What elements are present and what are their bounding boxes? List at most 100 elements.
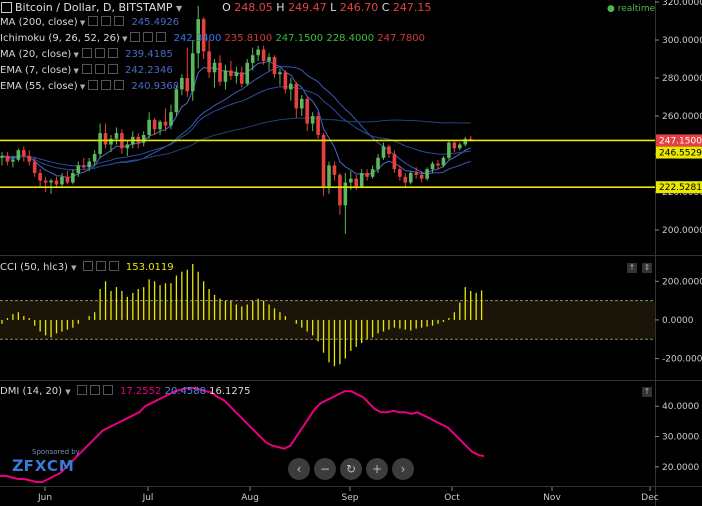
candle-body: [11, 159, 15, 162]
price-tick-label: 200.0000: [662, 226, 702, 236]
indicator-row[interactable]: MA (20, close) ▼ 239.4185: [0, 48, 173, 62]
candle-body: [447, 142, 451, 158]
candle-body: [27, 155, 32, 162]
cci-value: 153.0119: [125, 262, 174, 273]
indicator-value: 235.8100: [221, 33, 273, 44]
candle-body: [387, 146, 391, 154]
dropdown-arrow-icon[interactable]: ▼: [71, 264, 76, 272]
indicator-value: 239.4185: [121, 49, 173, 60]
indicator-row[interactable]: Ichimoku (9, 26, 52, 26) ▼ 242.3400 235.…: [0, 32, 425, 46]
time-tick-label: Dec: [641, 493, 658, 503]
zoom-in-button[interactable]: +: [366, 458, 388, 480]
indicator-value: 240.9368: [128, 81, 180, 92]
candle-body: [310, 116, 315, 124]
candle-body: [158, 121, 162, 130]
sponsor-brand: FXCM: [23, 456, 75, 475]
candle-body: [185, 78, 190, 92]
candle-body: [338, 174, 342, 206]
dropdown-arrow-icon[interactable]: ▼: [176, 4, 182, 13]
eye-icon[interactable]: [130, 32, 141, 42]
candle-body: [419, 174, 424, 179]
close-icon[interactable]: [114, 80, 125, 90]
candle-body: [152, 119, 157, 130]
candle-body: [103, 133, 108, 145]
time-tick-label: Jun: [37, 493, 52, 503]
chart-menu-icon[interactable]: [1, 1, 12, 13]
dropdown-arrow-icon[interactable]: ▼: [65, 388, 70, 396]
dropdown-arrow-icon[interactable]: ▼: [78, 83, 85, 91]
price-label-value: 247.1500: [659, 136, 702, 146]
close-icon[interactable]: [156, 32, 167, 42]
eye-icon[interactable]: [88, 80, 99, 90]
reset-button[interactable]: ↻: [340, 458, 362, 480]
time-tick-label: Aug: [241, 493, 259, 503]
close-icon[interactable]: [107, 48, 118, 58]
candle-body: [272, 57, 277, 75]
eye-icon[interactable]: [76, 385, 87, 395]
candle-body: [0, 155, 4, 158]
sponsor-block[interactable]: Sponsored by Z FXCM: [12, 448, 80, 475]
dropdown-arrow-icon[interactable]: ▼: [78, 19, 85, 27]
eye-icon[interactable]: [82, 261, 93, 271]
time-tick-label: Sep: [342, 493, 359, 503]
indicator-row[interactable]: MA (200, close) ▼ 245.4926: [0, 16, 179, 30]
scroll-right-button[interactable]: ›: [392, 458, 414, 480]
candle-body: [180, 78, 184, 90]
close-value: 247.15: [392, 1, 432, 14]
candle-body: [163, 121, 168, 126]
scroll-left-button[interactable]: ‹: [288, 458, 310, 480]
indicator-value: 242.2346: [121, 65, 173, 76]
gear-icon[interactable]: [95, 261, 106, 271]
close-icon[interactable]: [102, 385, 113, 395]
candle-body: [32, 161, 37, 173]
low-value: 246.70: [339, 1, 379, 14]
dmi-tick-label: 20.0000: [662, 463, 699, 473]
candle-body: [22, 150, 26, 156]
eye-icon[interactable]: [81, 64, 92, 74]
candle-body: [321, 135, 326, 187]
realtime-label: realtime: [617, 4, 656, 14]
candle-body: [38, 173, 42, 181]
gear-icon[interactable]: [94, 64, 105, 74]
realtime-dot-icon: ●: [607, 4, 615, 14]
indicator-label: EMA (55, close): [0, 81, 78, 92]
candle-body: [190, 53, 195, 92]
indicator-value: 242.3400: [170, 33, 222, 44]
dmi-pane-up-icon[interactable]: ↑: [642, 387, 652, 397]
candle-body: [81, 165, 86, 168]
gear-icon[interactable]: [94, 48, 105, 58]
candle-body: [408, 173, 413, 183]
gear-icon[interactable]: [89, 385, 100, 395]
candle-body: [392, 154, 397, 170]
indicator-row[interactable]: EMA (55, close) ▼ 240.9368: [0, 80, 179, 94]
close-icon[interactable]: [114, 16, 125, 26]
candle-body: [76, 165, 81, 173]
time-tick-label: Oct: [444, 493, 460, 503]
cci-pane-maximize-icon[interactable]: ⇕: [642, 263, 652, 273]
gear-icon[interactable]: [143, 32, 154, 42]
close-icon[interactable]: [108, 261, 119, 271]
candle-body: [49, 180, 53, 183]
eye-icon[interactable]: [88, 16, 99, 26]
candle-body: [365, 173, 369, 177]
dmi-legend: DMI (14, 20) ▼ 17.2552 20.4588 16.1275: [0, 385, 250, 399]
indicator-value: 247.7800: [374, 33, 425, 44]
candle-body: [229, 70, 233, 77]
dmi-tick-label: 40.0000: [662, 402, 699, 412]
indicator-row[interactable]: EMA (7, close) ▼ 242.2346: [0, 64, 173, 78]
eye-icon[interactable]: [81, 48, 92, 58]
price-tick-label: 300.0000: [662, 36, 702, 46]
dmi-label: DMI (14, 20): [0, 386, 63, 397]
dropdown-arrow-icon[interactable]: ▼: [71, 51, 79, 59]
dropdown-arrow-icon[interactable]: ▼: [120, 35, 127, 43]
close-icon[interactable]: [107, 64, 118, 74]
high-label: H: [276, 1, 285, 14]
cci-pane-up-icon[interactable]: ↑: [627, 263, 637, 273]
candle-body: [245, 62, 250, 84]
dropdown-arrow-icon[interactable]: ▼: [71, 67, 78, 75]
gear-icon[interactable]: [101, 80, 112, 90]
open-value: 248.05: [234, 1, 273, 14]
zoom-out-button[interactable]: −: [314, 458, 336, 480]
gear-icon[interactable]: [101, 16, 112, 26]
high-value: 249.47: [288, 1, 327, 14]
